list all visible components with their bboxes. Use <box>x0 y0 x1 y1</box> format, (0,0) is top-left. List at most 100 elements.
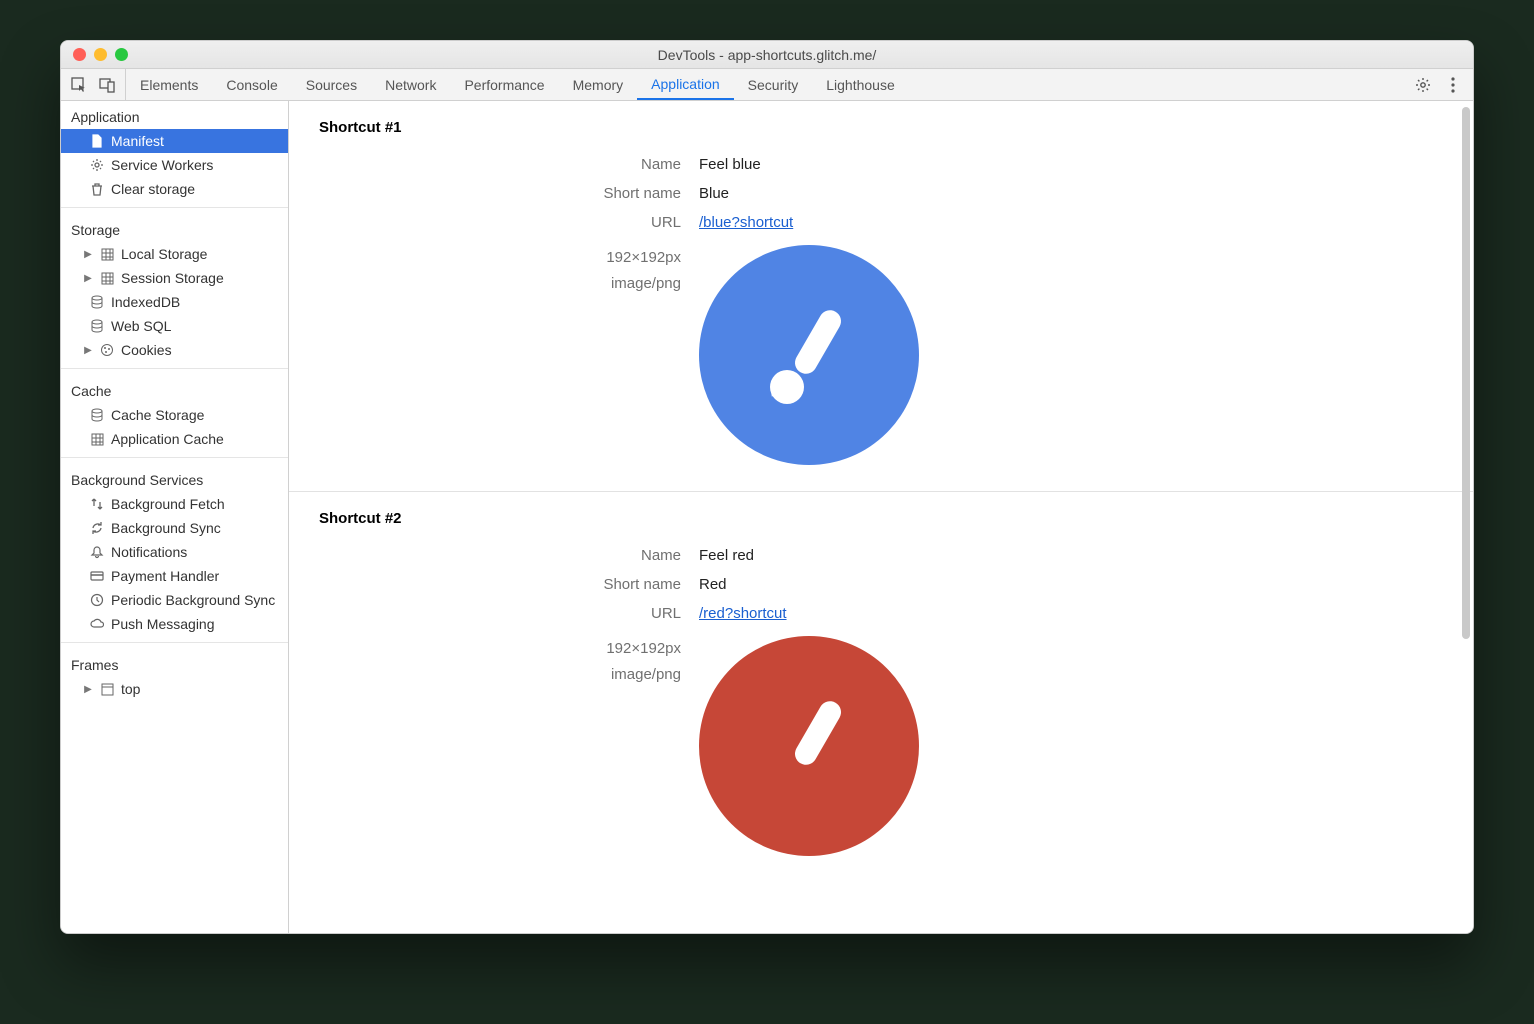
label-name: Name <box>289 547 699 564</box>
panel-tabbar: Elements Console Sources Network Perform… <box>61 69 1473 101</box>
sidebar-label: Cookies <box>121 342 172 358</box>
sidebar-item-cache-storage[interactable]: Cache Storage <box>61 403 288 427</box>
sidebar-item-background-fetch[interactable]: Background Fetch <box>61 492 288 516</box>
tab-performance[interactable]: Performance <box>450 69 558 100</box>
sidebar-item-local-storage[interactable]: ▶ Local Storage <box>61 242 288 266</box>
sidebar-item-push-messaging[interactable]: Push Messaging <box>61 612 288 636</box>
value-short-name: Red <box>699 576 727 593</box>
tab-application[interactable]: Application <box>637 69 734 100</box>
more-icon[interactable] <box>1445 77 1461 93</box>
minimize-window-button[interactable] <box>94 48 107 61</box>
sidebar-label: Payment Handler <box>111 568 219 584</box>
database-icon <box>89 318 105 334</box>
section-background-services: Background Services <box>61 464 288 492</box>
sidebar-item-background-sync[interactable]: Background Sync <box>61 516 288 540</box>
sync-icon <box>89 520 105 536</box>
sidebar-label: Service Workers <box>111 157 213 173</box>
expand-icon[interactable]: ▶ <box>83 273 93 284</box>
sidebar-item-notifications[interactable]: Notifications <box>61 540 288 564</box>
database-icon <box>89 407 105 423</box>
tab-sources[interactable]: Sources <box>292 69 371 100</box>
label-short-name: Short name <box>289 185 699 202</box>
sidebar-item-indexeddb[interactable]: IndexedDB <box>61 290 288 314</box>
settings-icon[interactable] <box>1415 77 1431 93</box>
sidebar-item-application-cache[interactable]: Application Cache <box>61 427 288 451</box>
grid-icon <box>99 246 115 262</box>
shortcut-icon <box>699 636 919 856</box>
trash-icon <box>89 181 105 197</box>
tab-console[interactable]: Console <box>212 69 291 100</box>
value-name: Feel blue <box>699 156 761 173</box>
devtools-window: DevTools - app-shortcuts.glitch.me/ Elem… <box>60 40 1474 934</box>
icon-size: 192×192px <box>289 245 681 271</box>
section-application: Application <box>61 101 288 129</box>
tab-network[interactable]: Network <box>371 69 450 100</box>
expand-icon[interactable]: ▶ <box>83 249 93 260</box>
tab-elements[interactable]: Elements <box>126 69 212 100</box>
scrollbar[interactable] <box>1462 107 1470 639</box>
titlebar: DevTools - app-shortcuts.glitch.me/ <box>61 41 1473 69</box>
transfer-icon <box>89 496 105 512</box>
icon-mime: image/png <box>289 271 681 297</box>
sidebar-label: IndexedDB <box>111 294 180 310</box>
frame-icon <box>99 681 115 697</box>
sidebar-item-service-workers[interactable]: Service Workers <box>61 153 288 177</box>
shortcut-url-link[interactable]: /blue?shortcut <box>699 214 793 231</box>
sidebar-label: Session Storage <box>121 270 224 286</box>
label-short-name: Short name <box>289 576 699 593</box>
shortcut-heading: Shortcut #1 <box>289 119 1473 150</box>
sidebar-item-cookies[interactable]: ▶ Cookies <box>61 338 288 362</box>
expand-icon[interactable]: ▶ <box>83 684 93 695</box>
sidebar-label: Push Messaging <box>111 616 215 632</box>
tab-memory[interactable]: Memory <box>559 69 638 100</box>
content-pane: Shortcut #1 Name Feel blue Short name Bl… <box>289 101 1473 933</box>
sidebar-label: Manifest <box>111 133 164 149</box>
panel-tabs: Elements Console Sources Network Perform… <box>126 69 909 100</box>
tab-security[interactable]: Security <box>734 69 813 100</box>
grid-icon <box>89 431 105 447</box>
label-url: URL <box>289 214 699 231</box>
sidebar-item-payment-handler[interactable]: Payment Handler <box>61 564 288 588</box>
card-icon <box>89 568 105 584</box>
close-window-button[interactable] <box>73 48 86 61</box>
section-storage: Storage <box>61 214 288 242</box>
sidebar-label: Notifications <box>111 544 187 560</box>
sidebar-item-session-storage[interactable]: ▶ Session Storage <box>61 266 288 290</box>
sidebar-item-clear-storage[interactable]: Clear storage <box>61 177 288 201</box>
bell-icon <box>89 544 105 560</box>
sidebar-label: Clear storage <box>111 181 195 197</box>
shortcut-url-link[interactable]: /red?shortcut <box>699 605 787 622</box>
shortcut-icon <box>699 245 919 465</box>
sidebar-label: Cache Storage <box>111 407 204 423</box>
window-controls <box>73 48 128 61</box>
brush-icon <box>749 686 869 806</box>
sidebar-item-periodic-sync[interactable]: Periodic Background Sync <box>61 588 288 612</box>
cloud-icon <box>89 616 105 632</box>
sidebar-item-websql[interactable]: Web SQL <box>61 314 288 338</box>
sidebar-label: Application Cache <box>111 431 224 447</box>
tab-lighthouse[interactable]: Lighthouse <box>812 69 909 100</box>
database-icon <box>89 294 105 310</box>
value-short-name: Blue <box>699 185 729 202</box>
section-cache: Cache <box>61 375 288 403</box>
sidebar-label: Web SQL <box>111 318 171 334</box>
sidebar-label: Periodic Background Sync <box>111 592 275 608</box>
inspect-icon[interactable] <box>71 77 87 93</box>
expand-icon[interactable]: ▶ <box>83 345 93 356</box>
section-frames: Frames <box>61 649 288 677</box>
cookie-icon <box>99 342 115 358</box>
sidebar-item-frame-top[interactable]: ▶ top <box>61 677 288 701</box>
icon-mime: image/png <box>289 662 681 688</box>
sidebar-item-manifest[interactable]: Manifest <box>61 129 288 153</box>
value-name: Feel red <box>699 547 754 564</box>
sidebar-label: Local Storage <box>121 246 207 262</box>
grid-icon <box>99 270 115 286</box>
clock-icon <box>89 592 105 608</box>
label-name: Name <box>289 156 699 173</box>
brush-icon <box>749 295 869 415</box>
maximize-window-button[interactable] <box>115 48 128 61</box>
device-toggle-icon[interactable] <box>99 77 115 93</box>
label-url: URL <box>289 605 699 622</box>
sidebar-label: Background Fetch <box>111 496 225 512</box>
shortcut-heading: Shortcut #2 <box>289 510 1473 541</box>
